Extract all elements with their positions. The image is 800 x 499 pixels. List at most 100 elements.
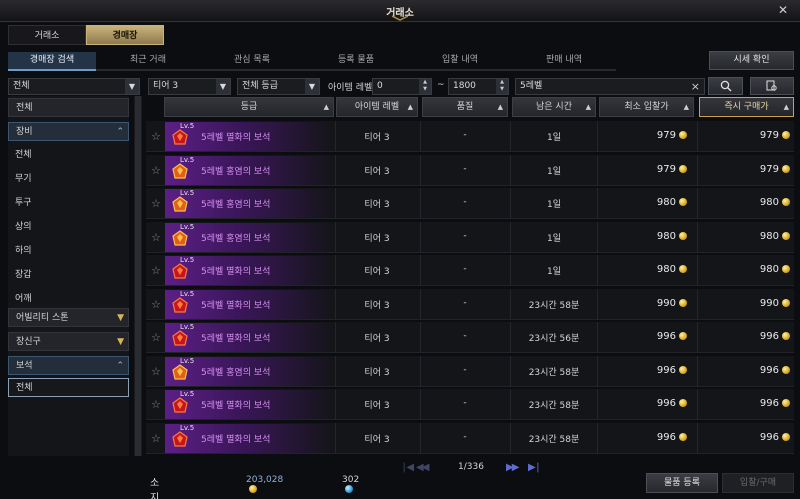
item-cell: Lv.5 5레벨 멸화의 보석: [165, 122, 333, 151]
search-button[interactable]: [708, 77, 743, 95]
column-header-item-level[interactable]: 아이템 레벨 ▲: [336, 97, 418, 117]
min-bid-price: 996: [599, 331, 687, 342]
sidebar-item-equipment[interactable]: 장비 ⌃: [8, 122, 129, 141]
sidebar-item-accessory[interactable]: 장신구 ▼: [8, 332, 129, 351]
stepper-icon[interactable]: ▲ ▼: [419, 79, 431, 94]
table-row[interactable]: ☆ Lv.5 5레벨 멸화의 보석 티어 3 - 1일 980 980: [146, 255, 794, 286]
subtab-bid-history[interactable]: 입찰 내역: [408, 52, 512, 71]
price-check-button[interactable]: 시세 확인: [709, 51, 794, 70]
table-row[interactable]: ☆ Lv.5 5레벨 홍염의 보석 티어 3 - 1일 980 980: [146, 221, 794, 253]
column-header-time-left[interactable]: 남은 시간 ▲: [512, 97, 596, 117]
item-level-label: 아이템 레벨: [328, 83, 373, 93]
column-header-grade[interactable]: 등급 ▲: [164, 97, 334, 117]
favorite-star-icon[interactable]: ☆: [151, 164, 161, 177]
sidebar-item-gem[interactable]: 보석 ⌃: [8, 356, 129, 375]
gold-coin-icon: [679, 198, 687, 206]
first-page-icon[interactable]: ❘◀: [400, 462, 414, 473]
item-cell: Lv.5 5레벨 홍염의 보석: [165, 155, 333, 185]
favorite-star-icon[interactable]: ☆: [151, 130, 161, 143]
sidebar-item-gem-all[interactable]: 전체: [8, 378, 129, 397]
sidebar-item-bottom[interactable]: 하의: [8, 242, 129, 261]
time-left: 23시간 58분: [528, 401, 580, 411]
register-item-button[interactable]: 물품 등록: [646, 473, 718, 493]
favorite-star-icon[interactable]: ☆: [151, 398, 161, 411]
subtab-auction-search[interactable]: 경매장 검색: [8, 52, 96, 71]
buyout-price: 990: [699, 298, 790, 309]
subtab-registered-items[interactable]: 등록 물품: [304, 52, 408, 71]
item-cell: Lv.5 5레벨 홍염의 보석: [165, 356, 333, 386]
sidebar-item-top[interactable]: 상의: [8, 218, 129, 237]
clear-search-icon[interactable]: ×: [691, 79, 700, 94]
column-header-min-bid[interactable]: 최소 입찰가 ▲: [599, 97, 694, 117]
gold-label: 소지금: [150, 478, 160, 499]
sidebar-item-label: 전체: [16, 383, 33, 393]
last-page-icon[interactable]: ▶❘: [528, 462, 542, 473]
column-divider: [697, 422, 698, 454]
min-bid-price: 980: [599, 231, 687, 242]
item-quality: -: [463, 197, 467, 207]
table-row[interactable]: ☆ Lv.5 5레벨 멸화의 보석 티어 3 - 23시간 58분 996 99…: [146, 422, 794, 454]
scrollbar-thumb[interactable]: [135, 96, 141, 456]
sidebar-item-weapon[interactable]: 무기: [8, 170, 129, 189]
column-divider: [510, 255, 511, 286]
sidebar-item-ability-stone[interactable]: 어빌리티 스톤 ▼: [8, 308, 129, 327]
tab-auction[interactable]: 경매장: [86, 25, 164, 45]
favorite-star-icon[interactable]: ☆: [151, 197, 161, 210]
sidebar-item-label: 상의: [15, 222, 32, 232]
table-row[interactable]: ☆ Lv.5 5레벨 멸화의 보석 티어 3 - 1일 979 979: [146, 121, 794, 152]
column-divider: [420, 188, 421, 219]
stepper-icon[interactable]: ▲ ▼: [496, 79, 508, 94]
sidebar-item-all[interactable]: 전체: [8, 98, 129, 117]
level-max-input[interactable]: 1800 ▲ ▼: [448, 78, 509, 95]
column-divider: [420, 389, 421, 420]
tier-select[interactable]: 티어 3 ▼: [148, 78, 231, 95]
buyout-price: 980: [699, 197, 790, 208]
sidebar-item-label: 장비: [16, 127, 33, 137]
detail-search-button[interactable]: [750, 77, 794, 95]
item-name: 5레벨 멸화의 보석: [201, 133, 271, 143]
favorite-star-icon[interactable]: ☆: [151, 365, 161, 378]
sidebar-scrollbar[interactable]: [134, 96, 142, 456]
sidebar-item-label: 전체: [16, 103, 33, 113]
gem-icon: [172, 363, 188, 380]
subtab-sale-history[interactable]: 판매 내역: [512, 52, 616, 71]
item-name: 5레벨 멸화의 보석: [201, 300, 271, 311]
page-indicator: 1/336: [458, 462, 484, 472]
category-select[interactable]: 전체 ▼: [8, 78, 140, 95]
subtab-watchlist[interactable]: 관심 목록: [200, 52, 304, 71]
favorite-star-icon[interactable]: ☆: [151, 298, 161, 311]
next-page-icon[interactable]: ▶▶: [506, 462, 519, 473]
favorite-star-icon[interactable]: ☆: [151, 331, 161, 344]
sidebar-item-shoulder[interactable]: 어깨: [8, 290, 129, 309]
favorite-star-icon[interactable]: ☆: [151, 264, 161, 277]
bid-buy-button[interactable]: 입찰/구매: [722, 473, 794, 493]
table-row[interactable]: ☆ Lv.5 5레벨 홍염의 보석 티어 3 - 23시간 58분 996 99…: [146, 355, 794, 387]
sidebar-item-gloves[interactable]: 장갑: [8, 266, 129, 285]
table-row[interactable]: ☆ Lv.5 5레벨 홍염의 보석 티어 3 - 1일 980 980: [146, 188, 794, 219]
close-icon[interactable]: ✕: [776, 3, 790, 17]
column-divider: [420, 322, 421, 353]
table-row[interactable]: ☆ Lv.5 5레벨 홍염의 보석 티어 3 - 1일 979 979: [146, 154, 794, 186]
favorite-star-icon[interactable]: ☆: [151, 432, 161, 445]
column-header-label: 즉시 구매가: [724, 102, 769, 112]
column-header-buyout[interactable]: 즉시 구매가 ▲: [699, 97, 794, 117]
buyout-value: 980: [759, 197, 779, 208]
level-min-input[interactable]: 0 ▲ ▼: [372, 78, 432, 95]
tab-exchange[interactable]: 거래소: [8, 25, 86, 45]
item-tier: 티어 3: [364, 367, 390, 378]
search-input[interactable]: 5레벨 ×: [515, 78, 705, 95]
table-row[interactable]: ☆ Lv.5 5레벨 멸화의 보석 티어 3 - 23시간 58분 996 99…: [146, 389, 794, 420]
item-quality: -: [463, 163, 467, 174]
column-divider: [697, 389, 698, 420]
sidebar-item-equipment-all[interactable]: 전체: [8, 146, 129, 165]
gold-coin-icon: [679, 399, 687, 407]
grade-select[interactable]: 전체 등급 ▼: [237, 78, 320, 95]
column-header-quality[interactable]: 품질 ▲: [422, 97, 508, 117]
table-row[interactable]: ☆ Lv.5 5레벨 멸화의 보석 티어 3 - 23시간 56분 996 99…: [146, 322, 794, 353]
sidebar-item-helmet[interactable]: 투구: [8, 194, 129, 213]
table-row[interactable]: ☆ Lv.5 5레벨 멸화의 보석 티어 3 - 23시간 58분 990 99…: [146, 288, 794, 320]
gold-coin-icon: [249, 485, 257, 493]
prev-page-icon[interactable]: ◀◀: [416, 462, 429, 473]
subtab-recent-trades[interactable]: 최근 거래: [96, 52, 200, 71]
favorite-star-icon[interactable]: ☆: [151, 231, 161, 244]
